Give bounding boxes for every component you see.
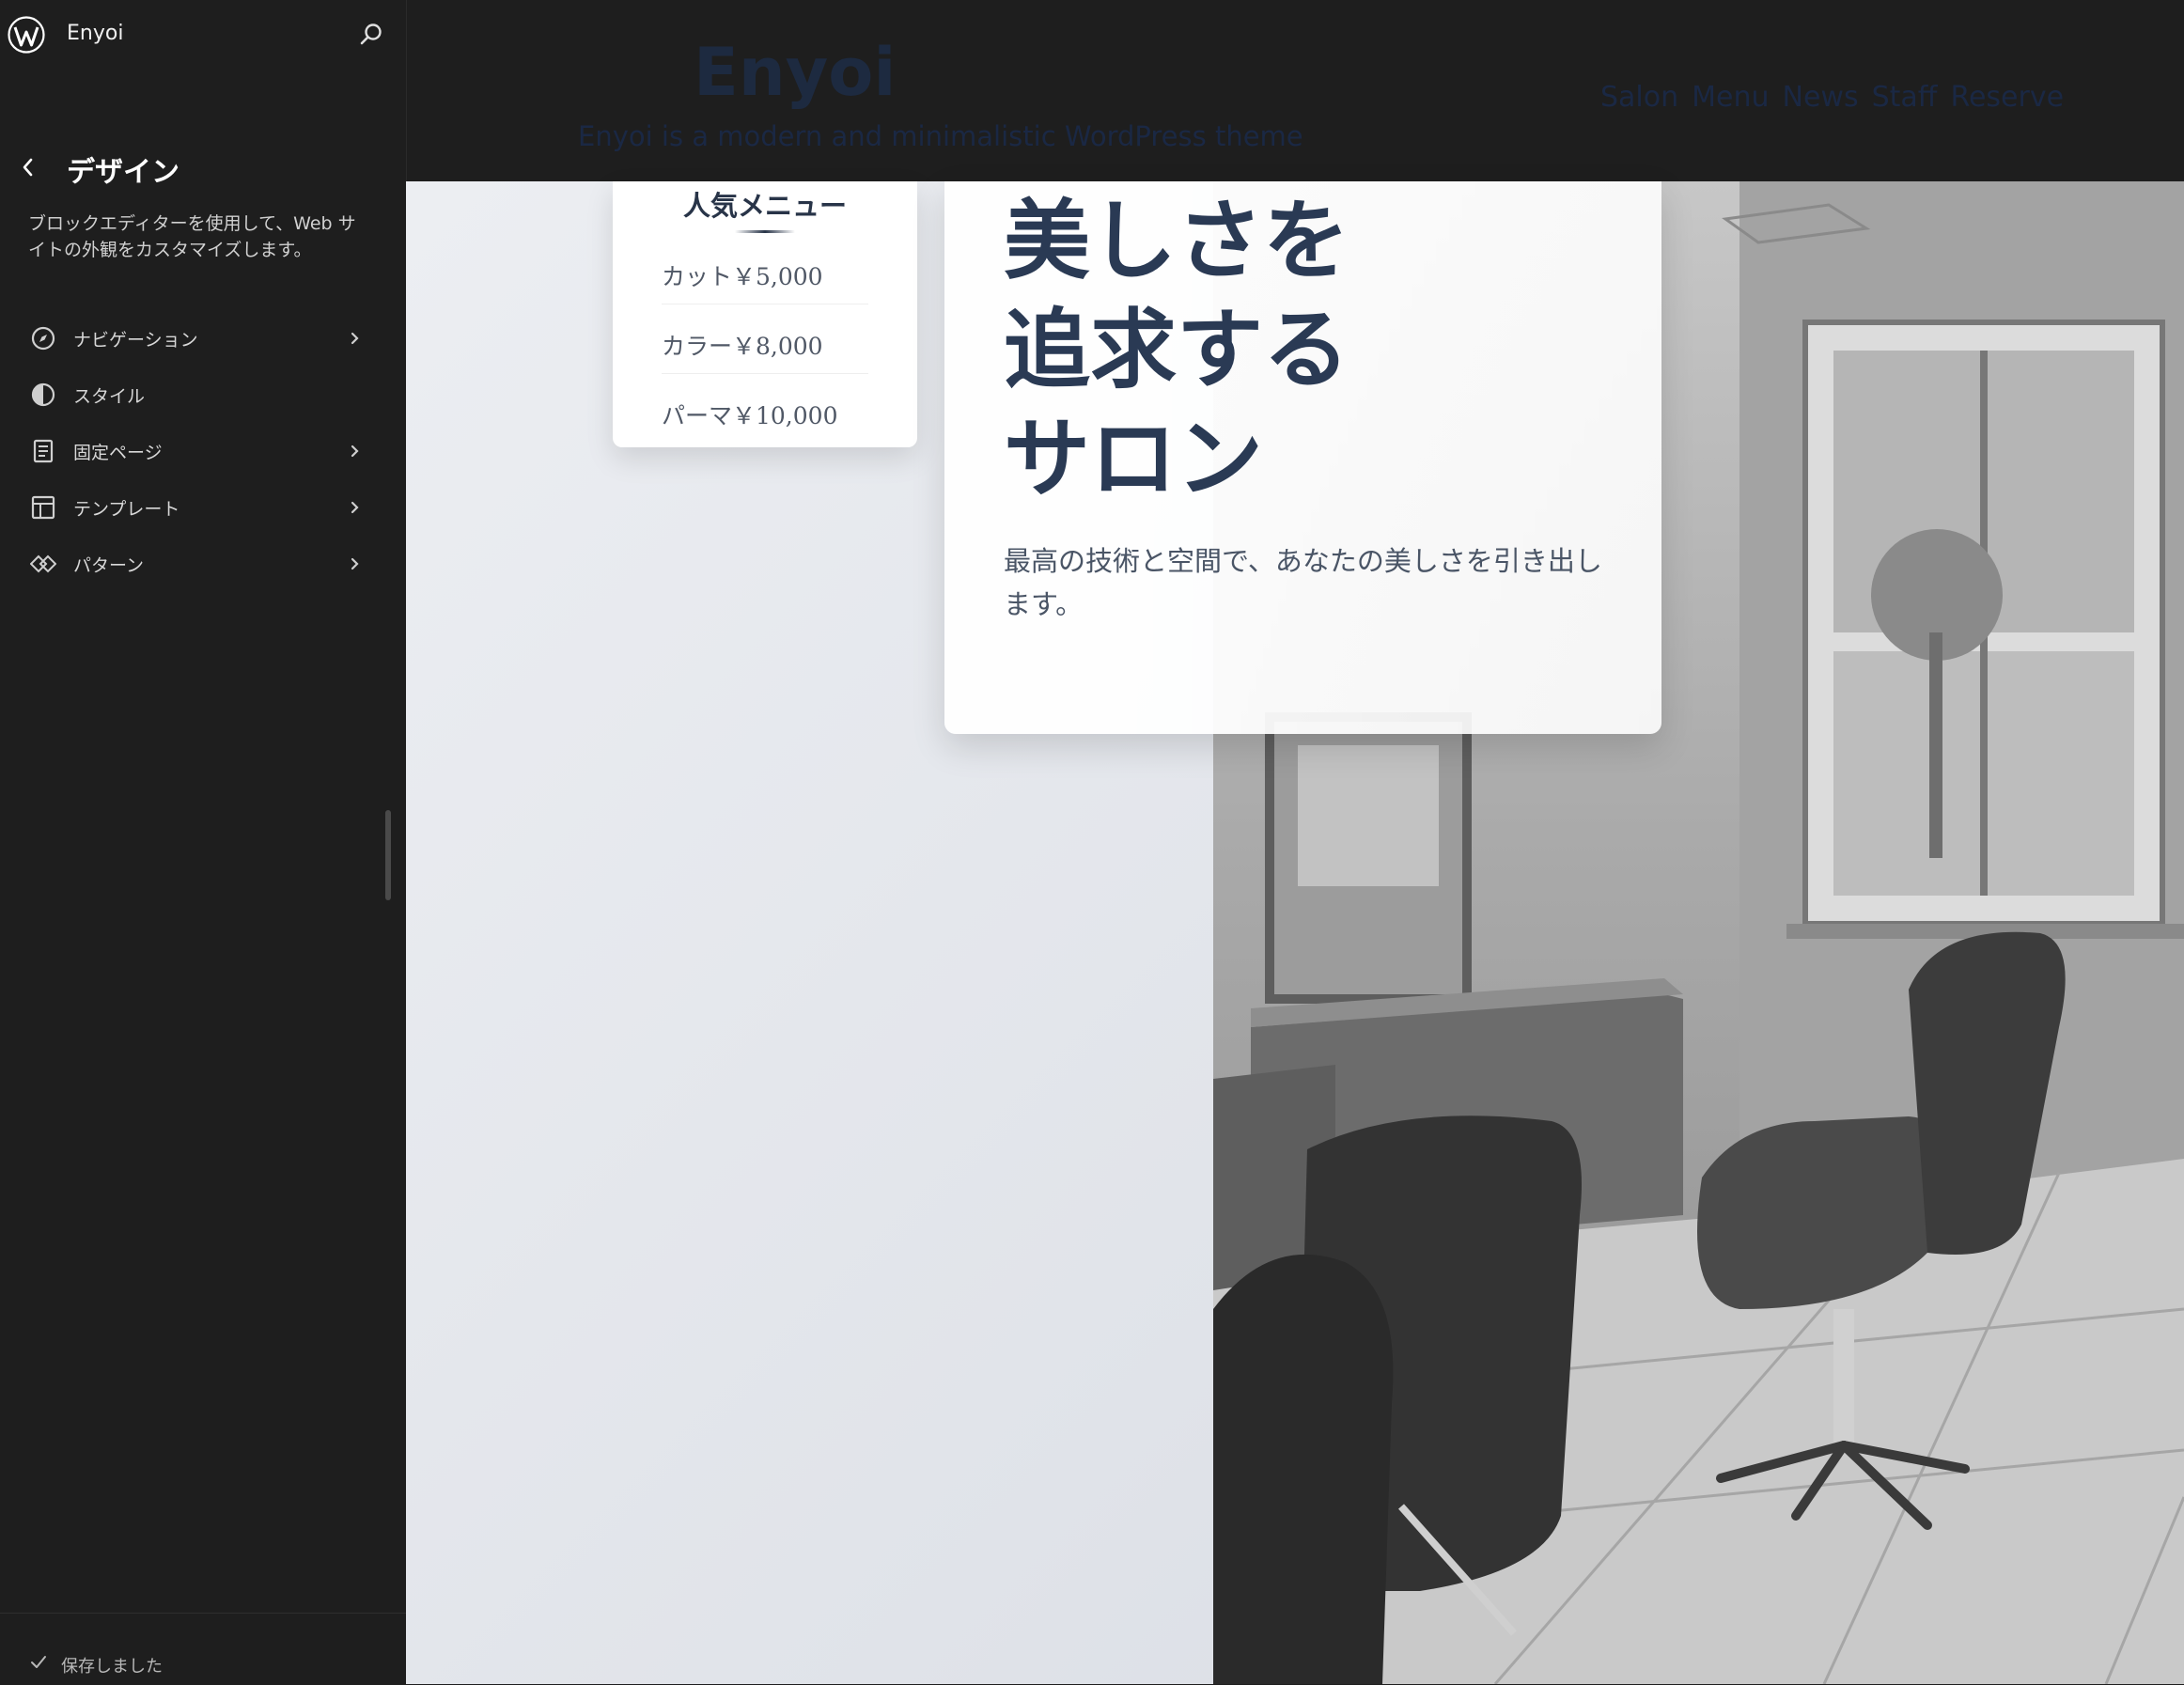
sidebar-item-patterns[interactable]: パターン	[0, 536, 406, 592]
patterns-icon	[30, 554, 56, 573]
pages-icon	[33, 439, 54, 463]
menu-card-title: 人気メニュー	[682, 190, 847, 222]
chevron-right-icon	[351, 445, 359, 458]
chevron-left-icon[interactable]	[17, 152, 39, 182]
sidebar-item-pages[interactable]: 固定ページ	[0, 423, 406, 479]
hero-card[interactable]: 美しさを 追求する サロン 最高の技術と空間で、あなたの美しさを引き出します。	[944, 181, 1661, 734]
chevron-right-icon	[351, 332, 359, 345]
site-navigation: Salon Menu News Staff Reserve	[1600, 81, 2064, 114]
site-nav-reserve[interactable]: Reserve	[1950, 81, 2064, 114]
save-status: 保存しました	[61, 1657, 163, 1677]
sidebar-description: ブロックエディターを使用して、Web サイトの外観をカスタマイズします。	[28, 213, 356, 260]
wordpress-logo-icon[interactable]	[8, 16, 45, 54]
chevron-right-icon	[351, 501, 359, 514]
search-icon[interactable]	[356, 20, 386, 50]
design-nav-list: ナビゲーション スタイル 固定ページ テンプレート パターン	[0, 310, 406, 592]
site-nav-salon[interactable]: Salon	[1600, 81, 1678, 114]
hero-subtitle: 最高の技術と空間で、あなたの美しさを引き出します。	[1004, 545, 1602, 620]
site-nav-news[interactable]: News	[1783, 81, 1859, 114]
site-nav-menu[interactable]: Menu	[1692, 81, 1769, 114]
menu-item-text: パーマ￥10,000	[662, 402, 838, 429]
sidebar-item-label: パターン	[73, 555, 145, 576]
sidebar-item-templates[interactable]: テンプレート	[0, 479, 406, 536]
design-sidebar: Enyoi デザイン ブロックエディターを使用して、Web サイトの外観をカスタ…	[0, 0, 406, 1684]
hero-heading-line: 追求する	[1004, 300, 1350, 400]
sidebar-item-navigation[interactable]: ナビゲーション	[0, 310, 406, 367]
sidebar-item-styles[interactable]: スタイル	[0, 367, 406, 423]
sidebar-item-label: テンプレート	[73, 499, 180, 520]
menu-item: パーマ￥10,000	[662, 375, 868, 443]
site-nav-staff[interactable]: Staff	[1872, 81, 1938, 114]
styles-icon	[31, 382, 55, 407]
popular-menu-card[interactable]: 人気メニュー カット￥5,000 カラー￥8,000 パーマ￥10,000	[613, 181, 917, 447]
sidebar-item-label: 固定ページ	[73, 443, 163, 463]
menu-item: カラー￥8,000	[662, 305, 868, 374]
template-icon	[31, 495, 55, 520]
hero-heading-line: 美しさを	[1004, 191, 1350, 291]
site-title[interactable]: Enyoi	[694, 34, 896, 111]
check-icon	[31, 1656, 46, 1668]
menu-item-text: カラー￥8,000	[662, 333, 823, 360]
sidebar-item-label: ナビゲーション	[73, 330, 198, 351]
navigation-icon	[31, 326, 55, 351]
sidebar-item-label: スタイル	[73, 386, 146, 407]
site-name-link[interactable]: Enyoi	[67, 22, 123, 45]
menu-item: カット￥5,000	[662, 236, 868, 304]
chevron-right-icon	[351, 557, 359, 570]
menu-item-text: カット￥5,000	[662, 263, 823, 290]
menu-title-divider	[735, 230, 795, 233]
site-tagline: Enyoi is a modern and minimalistic WordP…	[578, 120, 1303, 152]
sidebar-title: デザイン	[67, 156, 179, 189]
sidebar-scrollbar[interactable]	[385, 810, 391, 900]
hero-heading-line: サロン	[1004, 409, 1264, 509]
sidebar-header: Enyoi	[0, 0, 406, 70]
